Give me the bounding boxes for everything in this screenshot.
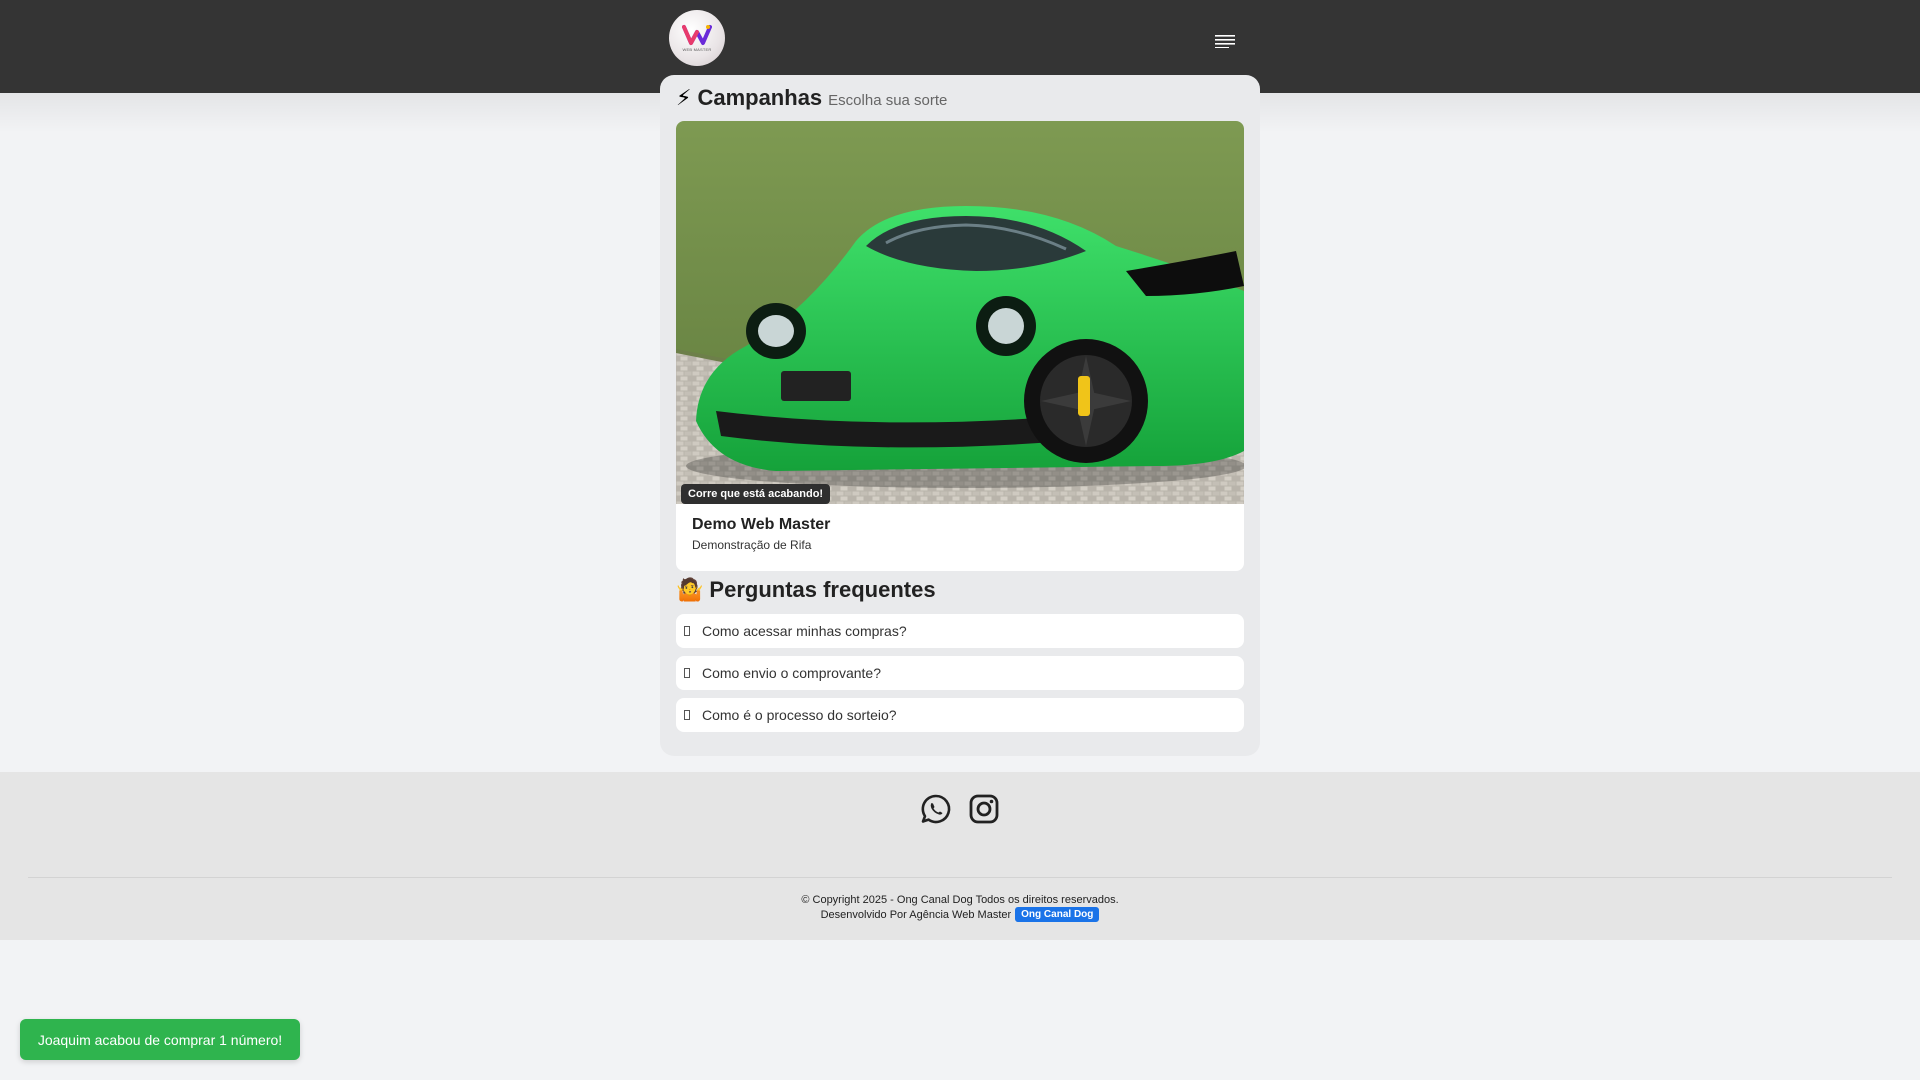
lightning-icon: ⚡ (676, 85, 692, 110)
faq-question: Como é o processo do sorteio? (702, 707, 897, 723)
chevron-right-icon (684, 626, 692, 636)
campaigns-subtitle: Escolha sua sorte (828, 92, 948, 109)
shrug-icon: 🤷 (676, 577, 704, 602)
chevron-right-icon (684, 710, 692, 720)
instagram-icon (969, 794, 999, 824)
developer-credit: Desenvolvido Por Agência Web Master Ong … (0, 907, 1920, 922)
campaign-card[interactable]: Corre que está acabando! Demo Web Master… (676, 121, 1244, 571)
footer-divider (28, 877, 1892, 878)
purchase-toast: Joaquim acabou de comprar 1 número! (20, 1019, 300, 1060)
campaign-description: Demonstração de Rifa (692, 538, 812, 552)
list-icon (1215, 35, 1235, 48)
campaigns-heading: ⚡ Campanhas Escolha sua sorte (676, 85, 947, 111)
instagram-link[interactable] (968, 793, 1000, 825)
faq-item[interactable]: Como acessar minhas compras? (676, 614, 1244, 648)
campaign-status-badge: Corre que está acabando! (681, 484, 831, 504)
developer-text: Desenvolvido Por Agência Web Master (820, 908, 1012, 921)
logo-w-icon (682, 25, 712, 45)
site-logo[interactable]: WEB MASTER (669, 10, 725, 66)
faq-question: Como envio o comprovante? (702, 665, 881, 681)
developer-badge[interactable]: Ong Canal Dog (1015, 907, 1100, 922)
faq-question: Como acessar minhas compras? (702, 623, 907, 639)
whatsapp-icon (921, 794, 951, 824)
faq-title: Perguntas frequentes (709, 577, 936, 602)
campaign-image (676, 121, 1244, 504)
faq-item[interactable]: Como é o processo do sorteio? (676, 698, 1244, 732)
faq-heading: 🤷 Perguntas frequentes (676, 577, 936, 603)
campaign-name: Demo Web Master (692, 516, 831, 533)
main-card: ⚡ Campanhas Escolha sua sorte Corre que … (660, 75, 1260, 756)
campaigns-title: Campanhas (697, 85, 823, 110)
menu-button[interactable] (1212, 30, 1238, 52)
whatsapp-link[interactable] (920, 793, 952, 825)
chevron-right-icon (684, 668, 692, 678)
copyright-text: © Copyright 2025 - Ong Canal Dog Todos o… (801, 894, 1119, 906)
logo-text: WEB MASTER (682, 47, 712, 52)
faq-item[interactable]: Como envio o comprovante? (676, 656, 1244, 690)
